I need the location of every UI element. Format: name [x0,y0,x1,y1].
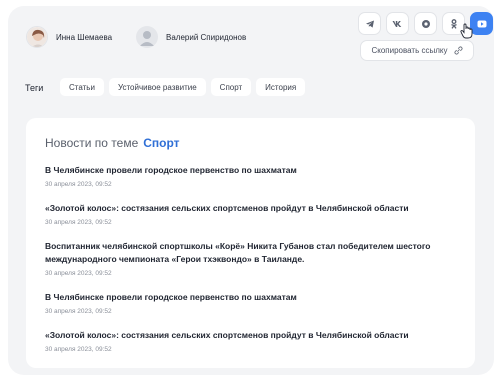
author-valery[interactable]: Валерий Спиридонов [136,26,246,48]
news-title[interactable]: Воспитанник челябинской спортшколы «Корё… [45,240,456,266]
tag-list: Статьи Устойчивое развитие Спорт История [60,78,306,96]
copy-link-button[interactable]: Скопировать ссылку [360,40,474,61]
share-vk-button[interactable] [386,12,409,35]
news-date: 30 апреля 2023, 09:52 [45,270,112,277]
tag-sustainable-development[interactable]: Устойчивое развитие [108,78,206,96]
tag-sport[interactable]: Спорт [210,78,252,96]
news-date: 30 апреля 2023, 09:52 [45,181,112,188]
hand-cursor-icon [460,23,473,39]
related-news-topic-link[interactable]: Спорт [143,136,179,150]
share-mail-button[interactable] [414,12,437,35]
user-placeholder-icon [136,26,158,48]
article-footer-panel: Инна Шемаева Валерий Спиридонов Скопиров… [8,6,494,375]
news-item[interactable]: В Челябинске провели городское первенств… [45,291,456,315]
tags-label: Теги [25,83,44,93]
news-title[interactable]: В Челябинске провели городское первенств… [45,291,456,304]
news-date: 30 апреля 2023, 09:52 [45,346,112,353]
news-title[interactable]: «Золотой колос»: состязания сельских спо… [45,202,456,215]
news-item[interactable]: «Золотой колос»: состязания сельских спо… [45,202,456,226]
youtube-icon [477,20,486,27]
news-item[interactable]: В Челябинске провели городское первенств… [45,164,456,188]
link-icon [453,46,463,55]
tag-articles[interactable]: Статьи [60,78,104,96]
copy-link-label: Скопировать ссылку [371,46,448,55]
tag-history[interactable]: История [256,78,306,96]
news-item[interactable]: Воспитанник челябинской спортшколы «Корё… [45,240,456,277]
related-news-title-prefix: Новости по теме [45,136,139,150]
author-avatar [26,26,48,48]
news-title[interactable]: «Золотой колос»: состязания сельских спо… [45,329,456,342]
author-inna[interactable]: Инна Шемаева [26,26,112,48]
news-item[interactable]: «Золотой колос»: состязания сельских спо… [45,329,456,353]
odnoklassniki-icon [450,18,457,29]
telegram-icon [365,20,374,28]
share-telegram-button[interactable] [358,12,381,35]
author-name: Валерий Спиридонов [166,32,247,42]
news-date: 30 апреля 2023, 09:52 [45,308,112,315]
mail-icon [421,19,430,28]
author-name: Инна Шемаева [56,32,113,42]
news-title[interactable]: В Челябинске провели городское первенств… [45,164,456,177]
news-list: В Челябинске провели городское первенств… [45,164,456,353]
related-news-title: Новости по теме Спорт [45,136,456,150]
news-date: 30 апреля 2023, 09:52 [45,219,112,226]
related-news-card: Новости по теме Спорт В Челябинске прове… [26,118,475,368]
vk-icon [392,20,402,27]
